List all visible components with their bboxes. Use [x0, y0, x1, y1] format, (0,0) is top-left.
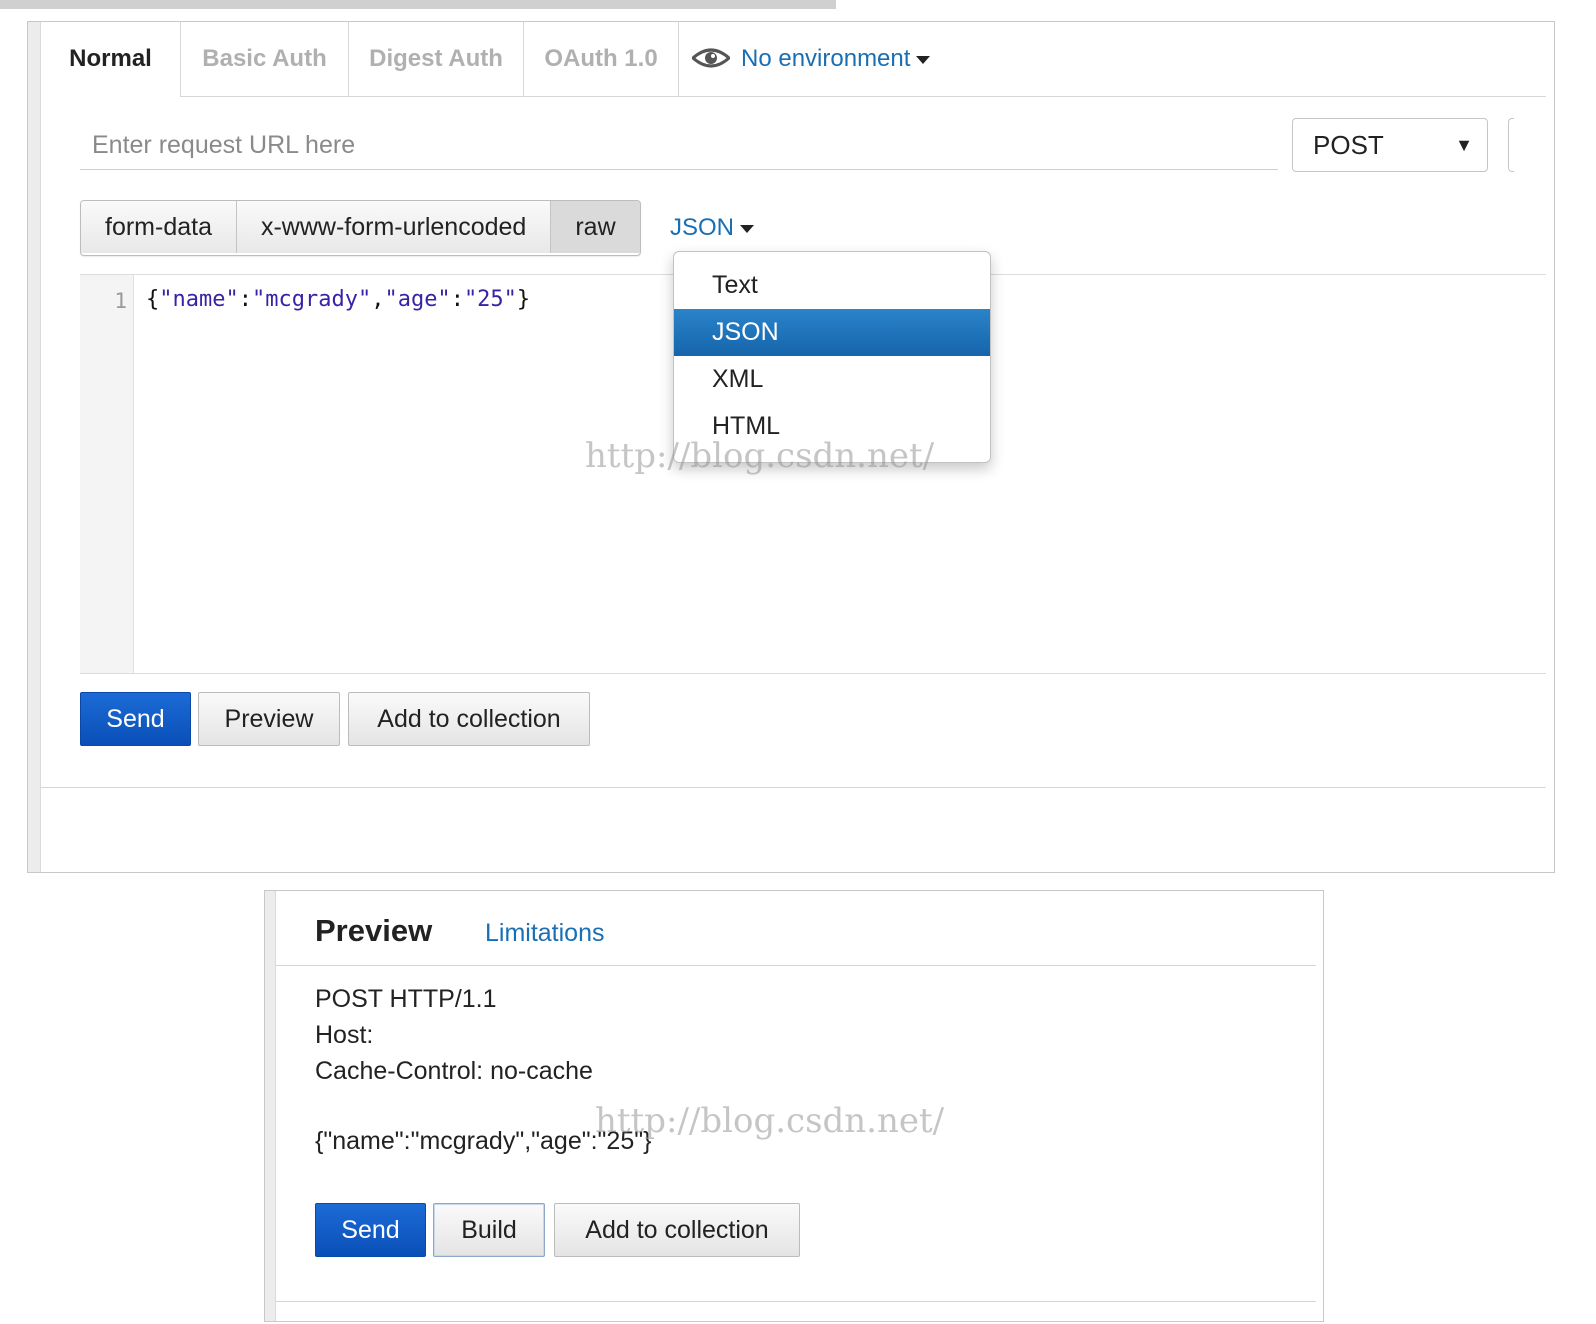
method-value: POST [1313, 130, 1384, 160]
dropdown-option-xml[interactable]: XML [674, 356, 990, 403]
code-token: : [238, 287, 252, 312]
add-to-collection-button[interactable]: Add to collection [348, 692, 590, 746]
eye-icon[interactable] [692, 46, 730, 70]
panel-divider [41, 787, 1546, 788]
send-button[interactable]: Send [80, 692, 191, 746]
method-select[interactable]: POST ▼ [1292, 118, 1488, 172]
preview-add-to-collection-button[interactable]: Add to collection [554, 1203, 800, 1257]
environment-label: No environment [741, 45, 911, 72]
code-token: "name" [159, 287, 239, 312]
body-type-group: form-data x-www-form-urlencoded raw [80, 200, 641, 256]
watermark: http://blog.csdn.net/ [595, 1101, 945, 1141]
body-type-urlencoded[interactable]: x-www-form-urlencoded [236, 201, 552, 253]
body-type-raw[interactable]: raw [551, 201, 640, 253]
language-dropdown-button[interactable]: JSON [670, 210, 755, 246]
watermark: http://blog.csdn.net/ [585, 436, 935, 476]
caret-down-icon [916, 55, 931, 64]
code-token: } [516, 287, 531, 312]
tab-normal[interactable]: Normal [41, 22, 181, 97]
clipped-control-edge [1508, 118, 1514, 172]
code-token: , [371, 287, 385, 312]
language-label: JSON [670, 214, 735, 241]
code-token: "age" [384, 287, 451, 312]
preview-send-button[interactable]: Send [315, 1203, 426, 1257]
preview-button[interactable]: Preview [198, 692, 340, 746]
left-edge-strip [265, 891, 276, 1321]
code-token: "25" [463, 287, 517, 312]
caret-down-icon [740, 224, 755, 233]
auth-tabs: Normal Basic Auth Digest Auth OAuth 1.0 … [41, 22, 1546, 97]
language-dropdown-menu: Text JSON XML HTML [673, 251, 991, 463]
preview-bottom-divider [276, 1301, 1316, 1302]
tab-digest-auth[interactable]: Digest Auth [349, 22, 524, 96]
code-token: "mcgrady" [251, 287, 372, 312]
line-number: 1 [114, 289, 127, 313]
code-token: : [450, 287, 464, 312]
dropdown-option-json[interactable]: JSON [674, 309, 990, 356]
preview-panel: Preview Limitations POST HTTP/1.1 Host: … [264, 890, 1324, 1322]
url-input[interactable] [80, 122, 1278, 170]
preview-request-line: POST HTTP/1.1 [315, 985, 497, 1013]
request-builder-panel: Normal Basic Auth Digest Auth OAuth 1.0 … [27, 21, 1555, 873]
tab-basic-auth[interactable]: Basic Auth [181, 22, 349, 96]
editor-gutter: 1 [80, 275, 134, 673]
preview-title: Preview [315, 913, 433, 948]
left-edge-strip [28, 22, 41, 872]
preview-divider [276, 965, 1316, 966]
dropdown-option-text[interactable]: Text [674, 262, 990, 309]
preview-host-line: Host: [315, 1021, 374, 1049]
environment-selector[interactable]: No environment [741, 22, 931, 96]
tab-oauth[interactable]: OAuth 1.0 [524, 22, 679, 96]
select-arrow-icon: ▼ [1455, 135, 1473, 155]
build-button[interactable]: Build [433, 1203, 545, 1257]
body-type-form-data[interactable]: form-data [81, 201, 237, 253]
editor-code-line: {"name":"mcgrady","age":"25"} [146, 287, 530, 312]
preview-cache-control-line: Cache-Control: no-cache [315, 1057, 593, 1085]
limitations-link[interactable]: Limitations [485, 919, 605, 948]
top-scroll-strip [0, 0, 836, 9]
code-token: { [146, 287, 160, 312]
